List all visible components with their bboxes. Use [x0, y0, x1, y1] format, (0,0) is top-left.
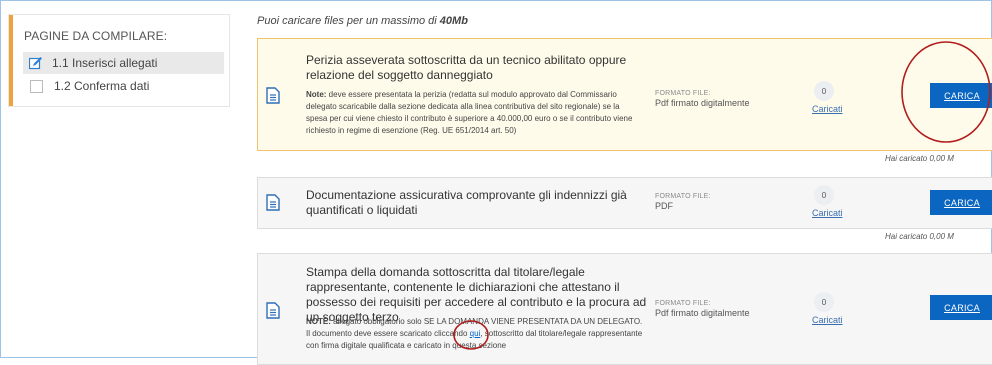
format-value: Pdf firmato digitalmente: [655, 308, 750, 318]
edit-icon: [29, 57, 42, 70]
upload-limit-value: 40Mb: [439, 15, 468, 27]
sidebar-item-conferma-dati[interactable]: 1.2 Conferma dati: [23, 75, 224, 97]
document-title: Perizia asseverata sottoscritta da un te…: [306, 53, 627, 82]
uploaded-size-text: Hai caricato 0,00 M: [885, 232, 954, 241]
sidebar-item-label: 1.1 Inserisci allegati: [52, 56, 158, 70]
sidebar: PAGINE DA COMPILARE: 1.1 Inserisci alleg…: [9, 15, 229, 106]
checkbox-icon: [30, 79, 43, 93]
format-label: FORMATO FILE:: [655, 300, 711, 307]
uploaded-size-text: Hai caricato 0,00 M: [885, 154, 954, 163]
document-card-perizia: Perizia asseverata sottoscritta da un te…: [257, 38, 992, 151]
document-icon: [266, 194, 280, 211]
document-title: Documentazione assicurativa comprovante …: [306, 188, 627, 217]
document-card-stampa-domanda: Stampa della domanda sottoscritta dal ti…: [257, 253, 992, 365]
caricati-link[interactable]: Caricati: [812, 208, 843, 218]
caricati-link[interactable]: Caricati: [812, 315, 843, 325]
sidebar-item-label: 1.2 Conferma dati: [54, 79, 150, 93]
uploaded-count: 0: [814, 185, 834, 205]
document-card-assicurativa: Documentazione assicurativa comprovante …: [257, 177, 992, 229]
format-label: FORMATO FILE:: [655, 90, 711, 97]
document-note: NOTE: allegato obbligatorio solo SE LA D…: [306, 317, 643, 350]
format-label: FORMATO FILE:: [655, 193, 711, 200]
uploaded-count: 0: [814, 81, 834, 101]
sidebar-item-inserisci-allegati[interactable]: 1.1 Inserisci allegati: [23, 52, 224, 74]
download-link[interactable]: qui: [470, 329, 481, 338]
document-icon: [266, 87, 280, 104]
upload-limit-note: Puoi caricare files per un massimo di 40…: [257, 15, 468, 27]
carica-button[interactable]: CARICA: [930, 190, 992, 215]
carica-button[interactable]: CARICA: [930, 83, 992, 108]
carica-button[interactable]: CARICA: [930, 295, 992, 320]
format-value: Pdf firmato digitalmente: [655, 98, 750, 108]
caricati-link[interactable]: Caricati: [812, 104, 843, 114]
sidebar-title: PAGINE DA COMPILARE:: [24, 29, 168, 43]
document-note: Note: deve essere presentata la perizia …: [306, 90, 633, 135]
document-icon: [266, 302, 280, 319]
uploaded-count: 0: [814, 292, 834, 312]
format-value: PDF: [655, 201, 673, 211]
